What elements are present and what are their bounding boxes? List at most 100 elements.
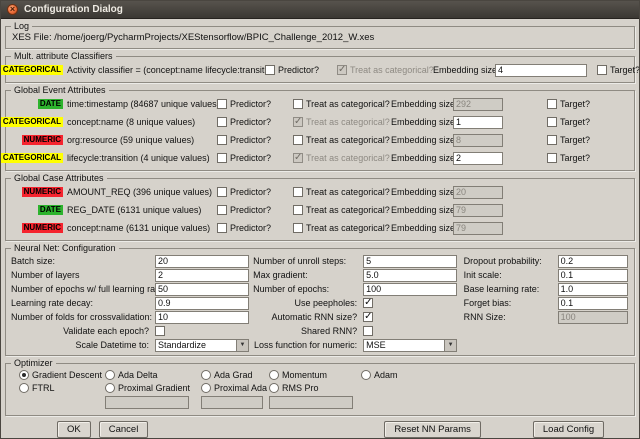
target-label: Target? xyxy=(560,117,590,127)
loss-function-select[interactable]: MSE ▼ xyxy=(363,339,457,352)
optimizer-radio-ada-delta[interactable]: Ada Delta xyxy=(105,370,201,380)
embedding-size-input[interactable] xyxy=(495,64,587,77)
classifiers-group-title: Mult. attribute Classifiers xyxy=(11,51,116,61)
target-checkbox[interactable] xyxy=(597,65,607,75)
treat-as-categorical-option: Treat as categorical? xyxy=(293,153,391,163)
case-attribute-row: NUMERIC concept:name (6131 unique values… xyxy=(9,219,631,237)
forget-bias-input[interactable] xyxy=(558,297,628,310)
predictor-checkbox[interactable] xyxy=(217,135,227,145)
optimizer-radio-gradient-descent[interactable]: Gradient Descent xyxy=(19,370,105,380)
window-close-button[interactable]: × xyxy=(7,4,18,15)
optimizer-param-field[interactable] xyxy=(201,396,263,409)
num-epochs-input[interactable] xyxy=(363,283,457,296)
predictor-checkbox[interactable] xyxy=(217,205,227,215)
embedding-size-input[interactable] xyxy=(453,152,503,165)
use-peepholes-checkbox[interactable] xyxy=(363,298,373,308)
optimizer-radio-ada-grad[interactable]: Ada Grad xyxy=(201,370,269,380)
target-checkbox[interactable] xyxy=(547,117,557,127)
predictor-checkbox[interactable] xyxy=(217,117,227,127)
max-gradient-input[interactable] xyxy=(363,269,457,282)
embedding-size-input[interactable] xyxy=(453,98,503,111)
treat-as-categorical-checkbox[interactable] xyxy=(293,205,303,215)
optimizer-group: Optimizer Gradient Descent Ada Delta Ada… xyxy=(5,358,635,416)
optimizer-param-field[interactable] xyxy=(269,396,353,409)
button-bar: OK Cancel Reset NN Params Load Config xyxy=(1,418,639,439)
optimizer-radio-adam[interactable]: Adam xyxy=(361,370,629,380)
window-titlebar[interactable]: × Configuration Dialog xyxy=(1,1,639,19)
dropout-probability-input[interactable] xyxy=(558,255,628,268)
nn-column-1: Batch size: Number of layers Number of e… xyxy=(11,254,253,352)
treat-as-categorical-checkbox[interactable] xyxy=(293,153,303,163)
treat-as-categorical-checkbox[interactable] xyxy=(293,187,303,197)
unroll-steps-input[interactable] xyxy=(363,255,457,268)
automatic-rnn-size-checkbox[interactable] xyxy=(363,312,373,322)
treat-as-categorical-checkbox[interactable] xyxy=(337,65,347,75)
optimizer-param-field[interactable] xyxy=(105,396,189,409)
load-config-button[interactable]: Load Config xyxy=(533,421,604,438)
case-attributes-group: Global Case Attributes NUMERIC AMOUNT_RE… xyxy=(5,173,635,241)
target-option: Target? xyxy=(597,65,640,75)
batch-size-input[interactable] xyxy=(155,255,249,268)
init-scale-input[interactable] xyxy=(558,269,628,282)
treat-as-categorical-checkbox[interactable] xyxy=(293,223,303,233)
rnn-size-input[interactable] xyxy=(558,311,628,324)
embedding-size-input[interactable] xyxy=(453,204,503,217)
cancel-button[interactable]: Cancel xyxy=(99,421,149,438)
predictor-checkbox[interactable] xyxy=(217,187,227,197)
scale-datetime-label: Scale Datetime to: xyxy=(11,340,155,350)
treat-as-categorical-label: Treat as categorical? xyxy=(306,205,390,215)
event-attributes-group-title: Global Event Attributes xyxy=(11,85,109,95)
predictor-label: Predictor? xyxy=(230,117,271,127)
type-badge: CATEGORICAL xyxy=(1,117,63,127)
target-label: Target? xyxy=(610,65,640,75)
num-layers-label: Number of layers xyxy=(11,270,155,280)
log-group: Log XES File: /home/joerg/PycharmProject… xyxy=(5,21,635,49)
optimizer-radio-proximal-gradient[interactable]: Proximal Gradient xyxy=(105,383,201,393)
optimizer-radio-rms-pro[interactable]: RMS Pro xyxy=(269,383,361,393)
embedding-size-input[interactable] xyxy=(453,222,503,235)
base-learning-rate-input[interactable] xyxy=(558,283,628,296)
validate-each-epoch-checkbox[interactable] xyxy=(155,326,165,336)
predictor-checkbox[interactable] xyxy=(265,65,275,75)
reset-nn-params-button[interactable]: Reset NN Params xyxy=(384,421,481,438)
target-option: Target? xyxy=(547,99,590,109)
attribute-name: AMOUNT_REQ (396 unique values) xyxy=(67,187,217,197)
lr-decay-input[interactable] xyxy=(155,297,249,310)
dropout-probability-label: Dropout probability: xyxy=(464,256,558,266)
treat-as-categorical-label: Treat as categorical? xyxy=(306,117,390,127)
chevron-down-icon[interactable]: ▼ xyxy=(444,339,457,352)
target-checkbox[interactable] xyxy=(547,153,557,163)
chevron-down-icon[interactable]: ▼ xyxy=(236,339,249,352)
predictor-option: Predictor? xyxy=(217,99,293,109)
treat-as-categorical-checkbox[interactable] xyxy=(293,99,303,109)
grid-spacer xyxy=(361,396,629,409)
shared-rnn-checkbox[interactable] xyxy=(363,326,373,336)
scale-datetime-select[interactable]: Standardize ▼ xyxy=(155,339,249,352)
embedding-size-input[interactable] xyxy=(453,186,503,199)
attribute-name: time:timestamp (84687 unique values) xyxy=(67,99,217,109)
attribute-name: REG_DATE (6131 unique values) xyxy=(67,205,217,215)
target-checkbox[interactable] xyxy=(547,135,557,145)
shared-rnn-label: Shared RNN? xyxy=(253,326,363,336)
predictor-label: Predictor? xyxy=(278,65,319,75)
predictor-option: Predictor? xyxy=(217,223,293,233)
ok-button[interactable]: OK xyxy=(57,421,91,438)
predictor-checkbox[interactable] xyxy=(217,153,227,163)
treat-as-categorical-checkbox[interactable] xyxy=(293,117,303,127)
treat-as-categorical-checkbox[interactable] xyxy=(293,135,303,145)
embedding-size-input[interactable] xyxy=(453,116,503,129)
embedding-size-input[interactable] xyxy=(453,134,503,147)
epochs-full-lr-input[interactable] xyxy=(155,283,249,296)
predictor-checkbox[interactable] xyxy=(217,223,227,233)
predictor-checkbox[interactable] xyxy=(217,99,227,109)
optimizer-radio-ftrl[interactable]: FTRL xyxy=(19,383,105,393)
automatic-rnn-size-label: Automatic RNN size? xyxy=(253,312,363,322)
target-checkbox[interactable] xyxy=(547,99,557,109)
close-icon: × xyxy=(10,5,15,14)
optimizer-radio-momentum[interactable]: Momentum xyxy=(269,370,361,380)
predictor-label: Predictor? xyxy=(230,205,271,215)
num-layers-input[interactable] xyxy=(155,269,249,282)
optimizer-radio-proximal-ada[interactable]: Proximal Ada xyxy=(201,383,269,393)
crossvalidation-folds-input[interactable] xyxy=(155,311,249,324)
predictor-label: Predictor? xyxy=(230,223,271,233)
